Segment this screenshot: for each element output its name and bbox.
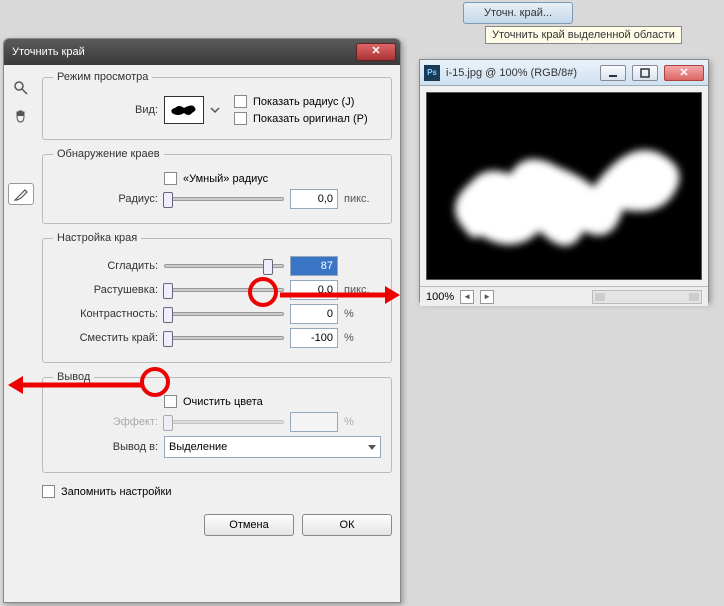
smooth-label: Сгладить: — [53, 260, 158, 272]
minimize-button[interactable] — [600, 65, 626, 81]
zoom-value: 100% — [426, 291, 454, 303]
horizontal-scrollbar[interactable] — [592, 290, 702, 304]
zoom-caret-left-icon[interactable]: ◄ — [460, 290, 474, 304]
radius-slider[interactable] — [164, 197, 284, 201]
contrast-field[interactable]: 0 — [290, 304, 338, 324]
dialog-title: Уточнить край — [12, 46, 356, 58]
clean-colors-checkbox[interactable] — [164, 395, 177, 408]
remember-checkbox[interactable] — [42, 485, 55, 498]
output-to-value: Выделение — [169, 441, 227, 453]
contrast-label: Контрастность: — [53, 308, 158, 320]
smart-radius-label: «Умный» радиус — [183, 173, 268, 185]
show-original-label: Показать оригинал (P) — [253, 113, 368, 125]
hand-tool-icon[interactable] — [8, 105, 34, 127]
feather-label: Растушевка: — [53, 284, 158, 296]
show-original-checkbox[interactable] — [234, 112, 247, 125]
image-statusbar: 100% ◄ ► — [420, 286, 708, 306]
shift-label: Сместить край: — [53, 332, 158, 344]
zoom-caret-right-icon[interactable]: ► — [480, 290, 494, 304]
tooltip: Уточнить край выделенной области — [485, 26, 682, 44]
ok-button[interactable]: ОК — [302, 514, 392, 536]
radius-field[interactable]: 0,0 — [290, 189, 338, 209]
effect-field — [290, 412, 338, 432]
edge-adjust-group: Настройка края Сгладить: 87 Растушевка: … — [42, 232, 392, 363]
refine-edge-label: Уточн. край... — [484, 7, 552, 19]
close-button[interactable]: ✕ — [356, 43, 396, 61]
edge-detection-group: Обнаружение краев «Умный» радиус Радиус:… — [42, 148, 392, 224]
refine-brush-tool-icon[interactable] — [8, 183, 34, 205]
contrast-slider[interactable] — [164, 312, 284, 316]
view-label: Вид: — [53, 104, 158, 116]
radius-unit: пикс. — [344, 193, 370, 205]
chevron-down-icon[interactable] — [210, 105, 220, 115]
shift-field[interactable]: -100 — [290, 328, 338, 348]
show-radius-label: Показать радиус (J) — [253, 96, 354, 108]
output-to-label: Вывод в: — [53, 441, 158, 453]
image-close-button[interactable]: ✕ — [664, 65, 704, 81]
refine-edge-dialog: Уточнить край ✕ Режим просмотра Вид: — [3, 38, 401, 603]
app-icon: Ps — [424, 65, 440, 81]
image-window: Ps i-15.jpg @ 100% (RGB/8#) ✕ 100% ◄ ► — [419, 59, 709, 302]
contrast-unit: % — [344, 308, 354, 320]
tool-column — [8, 71, 42, 594]
smooth-field[interactable]: 87 — [290, 256, 338, 276]
image-window-title: i-15.jpg @ 100% (RGB/8#) — [446, 67, 594, 79]
view-thumbnail[interactable] — [164, 96, 204, 124]
view-mode-group: Режим просмотра Вид: Показать радиус (J)… — [42, 71, 392, 140]
output-to-dropdown[interactable]: Выделение — [164, 436, 381, 458]
effect-unit: % — [344, 416, 354, 428]
output-legend: Вывод — [53, 371, 94, 383]
shift-unit: % — [344, 332, 354, 344]
view-mode-legend: Режим просмотра — [53, 71, 152, 83]
feather-field[interactable]: 0,0 — [290, 280, 338, 300]
effect-slider — [164, 420, 284, 424]
maximize-button[interactable] — [632, 65, 658, 81]
refine-edge-toolbar-button[interactable]: Уточн. край... — [463, 2, 573, 24]
image-window-titlebar[interactable]: Ps i-15.jpg @ 100% (RGB/8#) ✕ — [420, 60, 708, 86]
dialog-titlebar[interactable]: Уточнить край ✕ — [4, 39, 400, 65]
output-group: Вывод Очистить цвета Эффект: % Вывод в: … — [42, 371, 392, 473]
feather-unit: пикс. — [344, 284, 370, 296]
remember-label: Запомнить настройки — [61, 486, 172, 498]
edge-detection-legend: Обнаружение краев — [53, 148, 164, 160]
effect-label: Эффект: — [53, 416, 158, 428]
clean-colors-label: Очистить цвета — [183, 396, 263, 408]
zoom-tool-icon[interactable] — [8, 77, 34, 99]
smart-radius-checkbox[interactable] — [164, 172, 177, 185]
shift-slider[interactable] — [164, 336, 284, 340]
chevron-down-icon — [368, 445, 376, 450]
cancel-button[interactable]: Отмена — [204, 514, 294, 536]
show-radius-checkbox[interactable] — [234, 95, 247, 108]
edge-adjust-legend: Настройка края — [53, 232, 141, 244]
smooth-slider[interactable] — [164, 264, 284, 268]
radius-label: Радиус: — [53, 193, 158, 205]
image-canvas[interactable] — [426, 92, 702, 280]
feather-slider[interactable] — [164, 288, 284, 292]
